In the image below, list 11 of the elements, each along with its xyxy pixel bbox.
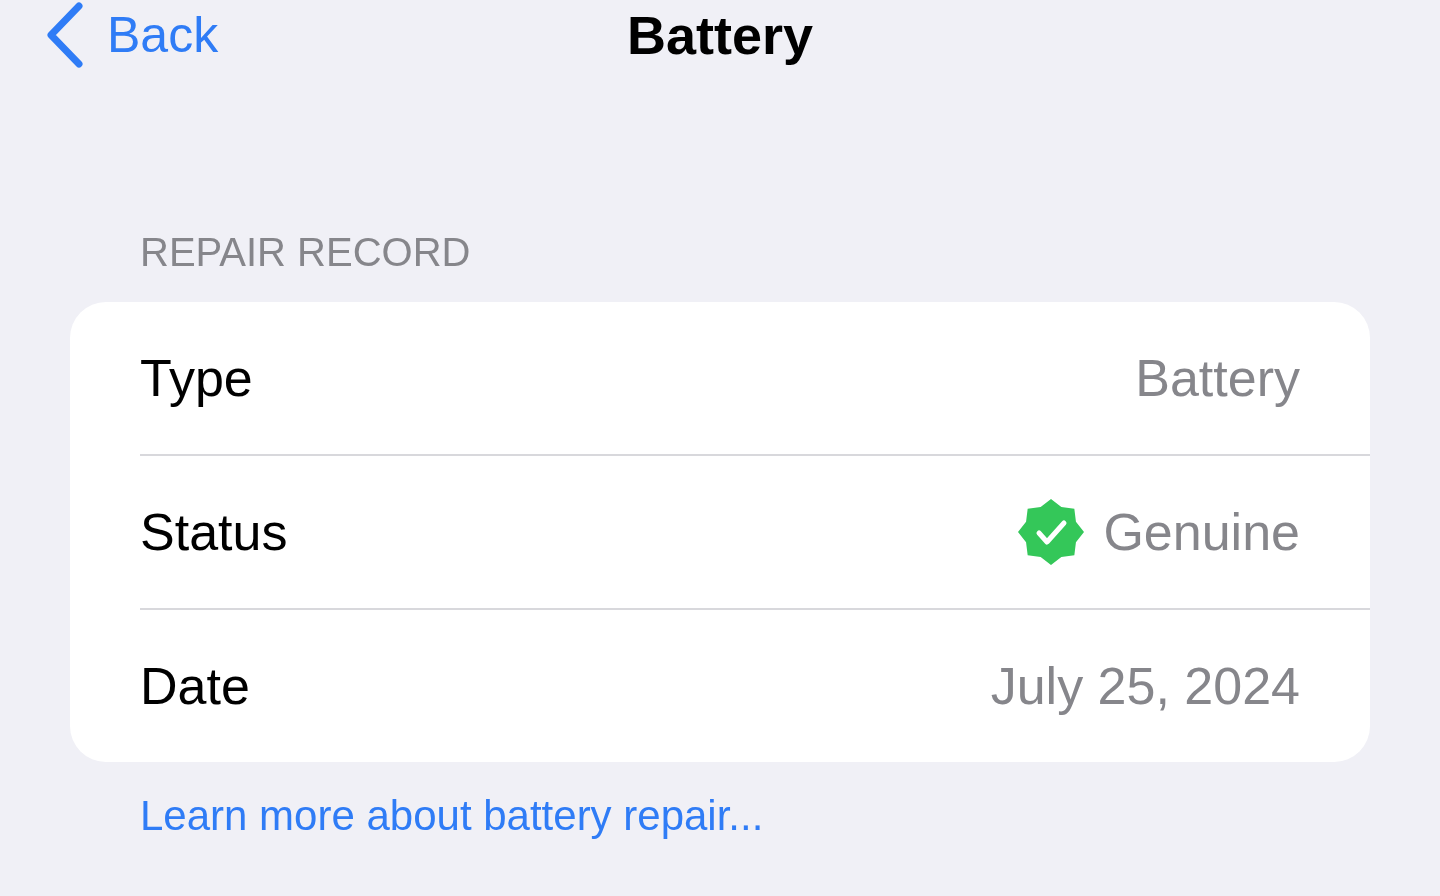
chevron-left-icon xyxy=(45,2,85,68)
row-value: Battery xyxy=(1135,348,1300,408)
row-value: July 25, 2024 xyxy=(990,656,1300,716)
row-value: Genuine xyxy=(1103,502,1300,562)
back-button[interactable]: Back xyxy=(45,2,219,68)
page-title: Battery xyxy=(626,4,814,66)
learn-more-link[interactable]: Learn more about battery repair... xyxy=(140,792,764,840)
section-header: REPAIR RECORD xyxy=(140,229,472,276)
row-label: Status xyxy=(140,502,288,562)
row-label: Date xyxy=(140,656,250,716)
row-label: Type xyxy=(140,348,253,408)
